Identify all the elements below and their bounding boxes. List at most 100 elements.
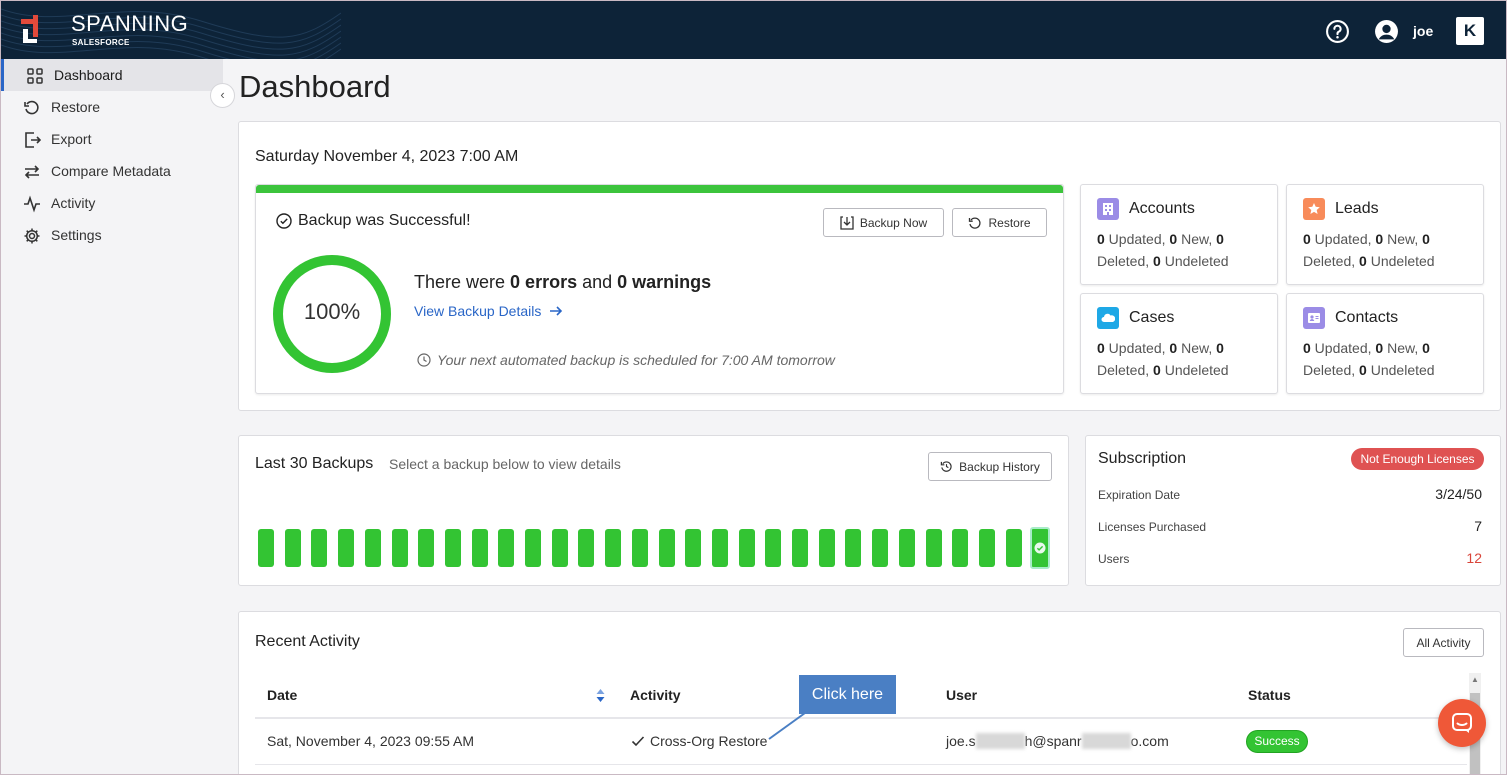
backup-bar[interactable]	[471, 529, 488, 567]
column-header-status[interactable]: Status	[1248, 687, 1291, 703]
leads-icon	[1303, 198, 1325, 220]
check-circle-icon	[276, 213, 292, 229]
backup-bar[interactable]	[258, 529, 274, 567]
backup-bar[interactable]	[391, 529, 408, 567]
activity-icon	[24, 195, 40, 213]
activity-name-cell[interactable]: Cross-Org Restore	[631, 733, 767, 749]
backup-bar[interactable]	[578, 529, 595, 567]
backup-bar[interactable]	[765, 529, 782, 567]
activity-name: Cross-Org Restore	[650, 733, 768, 749]
object-line: 0 Updated, 0 New, 0	[1303, 340, 1430, 356]
restore-button[interactable]: Restore	[952, 208, 1047, 237]
backup-bar[interactable]	[444, 529, 461, 567]
click-here-callout: Click here	[799, 675, 896, 714]
object-card-cases[interactable]: Cases 0 Updated, 0 New, 0 Deleted, 0 Und…	[1080, 293, 1278, 394]
column-header-user[interactable]: User	[946, 687, 977, 703]
backup-bar[interactable]	[498, 529, 515, 567]
backup-bar[interactable]	[658, 529, 675, 567]
download-icon	[840, 215, 854, 230]
sidebar-item-label: Settings	[51, 227, 102, 243]
user-part-b: h@spanr	[1024, 733, 1082, 749]
user-avatar-icon[interactable]	[1374, 19, 1399, 44]
sidebar-item-dashboard[interactable]: Dashboard	[1, 59, 223, 91]
backup-bar[interactable]	[872, 529, 889, 567]
brand-subtitle: SALESFORCE	[72, 38, 130, 47]
backup-bar[interactable]	[631, 529, 648, 567]
backup-bar[interactable]	[418, 529, 435, 567]
sidebar-item-export[interactable]: Export	[1, 123, 223, 155]
sidebar-item-label: Export	[51, 131, 92, 147]
object-card-leads[interactable]: Leads 0 Updated, 0 New, 0 Deleted, 0 Und…	[1286, 184, 1484, 285]
object-line: 0 Updated, 0 New, 0	[1097, 340, 1224, 356]
sidebar-item-settings[interactable]: Settings	[1, 219, 223, 251]
backup-status-bar	[256, 185, 1063, 193]
backup-bar[interactable]	[685, 529, 702, 567]
arrow-right-icon	[550, 306, 563, 316]
backup-bar[interactable]	[311, 529, 328, 567]
object-card-accounts[interactable]: Accounts 0 Updated, 0 New, 0 Deleted, 0 …	[1080, 184, 1278, 285]
scroll-up-icon[interactable]: ▲	[1470, 675, 1480, 685]
restore-icon	[969, 217, 982, 229]
deleted-label: Deleted,	[1303, 253, 1360, 269]
backup-bar[interactable]	[978, 529, 995, 567]
column-header-activity[interactable]: Activity	[630, 687, 681, 703]
updated-label: Updated,	[1310, 340, 1376, 356]
sidebar-item-compare-metadata[interactable]: Compare Metadata	[1, 155, 223, 187]
column-header-date[interactable]: Date	[267, 687, 297, 703]
chat-icon	[1452, 713, 1472, 733]
backup-bar[interactable]	[525, 529, 541, 567]
object-line: Deleted, 0 Undeleted	[1097, 362, 1229, 378]
deleted-label: Deleted,	[1097, 253, 1154, 269]
kaseya-logo-icon[interactable]: K	[1456, 17, 1484, 45]
sort-icon[interactable]	[595, 688, 606, 703]
object-card-contacts[interactable]: Contacts 0 Updated, 0 New, 0 Deleted, 0 …	[1286, 293, 1484, 394]
undeleted-label: Undeleted	[1160, 362, 1229, 378]
backup-bar[interactable]	[898, 529, 915, 567]
checkmark-icon	[631, 736, 645, 747]
view-backup-details-link[interactable]: View Backup Details	[414, 303, 563, 319]
undeleted-label: Undeleted	[1366, 362, 1435, 378]
row-divider	[255, 764, 1467, 765]
backup-bar[interactable]	[738, 529, 755, 567]
updated-label: Updated,	[1104, 340, 1170, 356]
sidebar-item-activity[interactable]: Activity	[1, 187, 223, 219]
chat-launcher-button[interactable]	[1438, 699, 1486, 747]
subscription-title: Subscription	[1098, 450, 1187, 467]
status-badge: Success	[1246, 730, 1308, 753]
backup-bar[interactable]	[711, 529, 728, 567]
object-line: Deleted, 0 Undeleted	[1097, 253, 1229, 269]
compare-icon	[24, 165, 40, 179]
sidebar-item-restore[interactable]: Restore	[1, 91, 223, 123]
backup-date: Saturday November 4, 2023 7:00 AM	[255, 148, 519, 165]
activity-user: joe.sxxxxxxxh@spanrxxxxxxxo.com	[946, 733, 1169, 749]
grid-icon	[27, 68, 43, 84]
sidebar-item-label: Restore	[51, 99, 101, 115]
backup-bar-selected[interactable]	[1030, 527, 1051, 569]
backup-now-button[interactable]: Backup Now	[823, 208, 944, 237]
backup-bar[interactable]	[952, 529, 969, 567]
username[interactable]: joe	[1413, 23, 1433, 39]
backup-history-button[interactable]: Backup History	[928, 452, 1052, 481]
backup-bar[interactable]	[845, 529, 862, 567]
errors-count: 0 errors	[510, 272, 578, 292]
backup-bar[interactable]	[551, 529, 568, 567]
deleted-count: 0	[1216, 340, 1224, 356]
help-icon[interactable]	[1325, 19, 1350, 44]
backup-bar[interactable]	[1005, 529, 1022, 567]
backup-bar[interactable]	[605, 529, 622, 567]
backup-bar[interactable]	[925, 529, 942, 567]
collapse-sidebar-button[interactable]: ‹	[210, 83, 235, 108]
check-circle-icon	[1034, 542, 1046, 554]
callout-pointer	[768, 712, 806, 740]
export-icon	[25, 132, 41, 148]
backup-bar[interactable]	[338, 529, 355, 567]
license-warning-badge: Not Enough Licenses	[1351, 448, 1484, 470]
all-activity-button[interactable]: All Activity	[1403, 628, 1484, 657]
deleted-label: Deleted,	[1303, 362, 1360, 378]
backup-bar[interactable]	[364, 529, 381, 567]
expiration-date-value: 3/24/50	[1435, 486, 1482, 502]
backup-bar[interactable]	[792, 529, 808, 567]
backup-bar[interactable]	[818, 529, 835, 567]
backup-bar[interactable]	[284, 529, 301, 567]
undeleted-label: Undeleted	[1366, 253, 1435, 269]
